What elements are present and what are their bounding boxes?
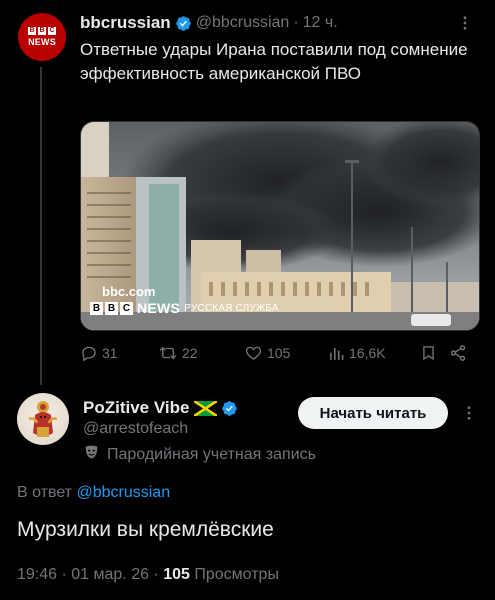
share-action[interactable] — [449, 344, 469, 362]
tweet-media-image[interactable]: bbc.com B B C NEWS РУССКАЯ СЛУЖБА — [80, 121, 480, 331]
follow-button[interactable]: Начать читать — [298, 397, 448, 429]
bbc-avatar-news-label: NEWS — [28, 37, 56, 47]
author-handle[interactable]: @bbcrussian — [196, 14, 290, 32]
views-count: 16,6K — [349, 345, 386, 361]
verified-badge-icon — [221, 400, 238, 417]
reply-views-count: 105 — [163, 566, 190, 583]
reply-views-label: Просмотры — [194, 566, 279, 583]
author-name[interactable]: bbcrussian — [80, 13, 171, 33]
parody-mask-icon — [83, 444, 107, 465]
bbc-watermark: bbc.com B B C NEWS РУССКАЯ СЛУЖБА — [90, 284, 279, 316]
reply-icon — [80, 344, 98, 362]
like-icon — [244, 344, 263, 362]
reply-to-mention-link[interactable]: @bbcrussian — [76, 484, 170, 501]
more-icon[interactable] — [455, 13, 475, 33]
jamaica-flag-icon — [193, 399, 219, 417]
watermark-url: bbc.com — [102, 284, 156, 299]
reply-author-handle[interactable]: @arrestofeach — [83, 420, 188, 438]
views-icon — [328, 345, 345, 362]
views-action[interactable]: 16,6K — [328, 345, 420, 362]
bbc-block: B — [38, 27, 46, 35]
reply-count: 31 — [102, 345, 118, 361]
bbc-avatar[interactable]: B B C NEWS — [18, 13, 66, 61]
reply-timestamp[interactable]: 19:46 · 01 мар. 26 · — [17, 566, 159, 583]
user-avatar[interactable] — [17, 393, 69, 445]
like-action[interactable]: 105 — [244, 344, 328, 362]
parody-label-text: Пародийная учетная запись — [107, 445, 316, 463]
repost-count: 22 — [182, 345, 198, 361]
reply-to-prefix: В ответ — [17, 484, 73, 501]
tweet-time[interactable]: 12 ч. — [303, 14, 338, 32]
watermark-block: B — [90, 301, 103, 315]
more-icon[interactable] — [459, 403, 479, 423]
reply-action[interactable]: 31 — [80, 344, 158, 362]
tweet-actions-bar: 31 22 105 16,6K — [80, 342, 475, 364]
separator-dot: · — [293, 14, 299, 31]
bookmark-action[interactable] — [420, 344, 449, 362]
watermark-bbc-blocks: B B C — [90, 301, 133, 315]
parent-tweet[interactable]: B B C NEWS bbcrussian @bbcrussian · 12 ч… — [0, 0, 495, 385]
parody-account-label: Пародийная учетная запись — [83, 444, 316, 465]
reply-text: Мурзилки вы кремлёвские — [17, 518, 274, 541]
reply-meta: 19:46 · 01 мар. 26 · 105 Просмотры — [17, 566, 279, 584]
tweet-header: bbcrussian @bbcrussian · 12 ч. — [80, 12, 338, 34]
watermark-block: C — [120, 301, 133, 315]
tweet-thread: B B C NEWS bbcrussian @bbcrussian · 12 ч… — [0, 0, 495, 600]
bbc-block: C — [48, 27, 56, 35]
verified-badge-icon — [175, 15, 192, 32]
reply-tweet[interactable]: PoZitive Vibe @arrestofeach Пародийная у… — [0, 385, 495, 600]
bookmark-icon — [420, 344, 437, 362]
repost-action[interactable]: 22 — [158, 344, 244, 362]
share-icon — [449, 344, 467, 362]
reply-author-row: PoZitive Vibe — [83, 398, 238, 418]
repost-icon — [158, 344, 178, 362]
reply-author-name[interactable]: PoZitive Vibe — [83, 398, 189, 418]
watermark-brand-row: B B C NEWS РУССКАЯ СЛУЖБА — [90, 300, 279, 316]
tweet-text: Ответные удары Ирана поставили под сомне… — [80, 40, 468, 83]
bbc-block: B — [28, 27, 36, 35]
thread-connector-line — [40, 67, 42, 385]
watermark-block: B — [105, 301, 118, 315]
bbc-logo-blocks: B B C — [28, 27, 56, 35]
watermark-service: РУССКАЯ СЛУЖБА — [184, 302, 279, 314]
like-count: 105 — [267, 345, 291, 361]
avatar-figure-image — [28, 401, 58, 437]
watermark-news: NEWS — [137, 300, 181, 316]
replying-to-line: В ответ @bbcrussian — [17, 484, 170, 502]
